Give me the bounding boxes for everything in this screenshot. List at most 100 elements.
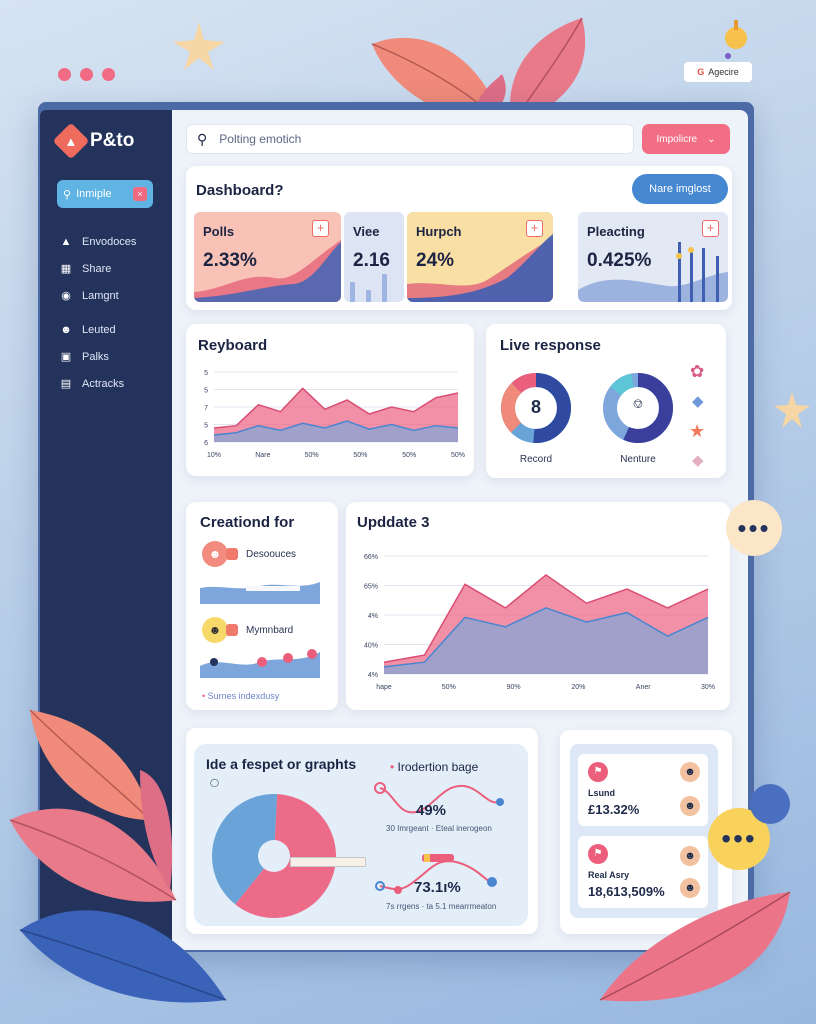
- side-stat-card[interactable]: ⚑ ☻ ☻ Lsund £13.32%: [578, 754, 708, 826]
- chat-bubble-icon[interactable]: •••: [726, 500, 782, 556]
- star-decoration-icon: [173, 22, 225, 70]
- flower-icon: ✿: [690, 362, 705, 381]
- stat-card-hurpch[interactable]: Hurpch 24% +: [407, 212, 553, 302]
- avatar[interactable]: ☻: [202, 617, 228, 643]
- add-icon[interactable]: +: [526, 220, 543, 237]
- bell-decoration-icon: [725, 20, 747, 59]
- avatar[interactable]: ☻: [202, 541, 228, 567]
- avatar: ☻: [680, 796, 700, 816]
- logo-icon: ▲: [52, 122, 90, 160]
- sidebar-item-label: Leuted: [82, 323, 116, 336]
- grid-icon: ▦: [60, 263, 72, 275]
- sidebar-nav: ▲ Envodoces ▦ Share ◉ Lamgnt ☻ Leuted ▣ Palks…: [60, 228, 170, 397]
- stat-value: 0.425%: [587, 250, 652, 271]
- creation-sparkline: [200, 649, 320, 678]
- doc-icon: ▤: [60, 378, 72, 390]
- star-icon: ★: [689, 421, 706, 441]
- stat-label: Pleacting: [587, 224, 645, 239]
- search-icon: ⚲: [197, 130, 208, 147]
- trend-title: • Irodertion bage: [390, 760, 479, 774]
- search-placeholder: Polting emotich: [219, 132, 302, 146]
- creation-item-label: Mymnbard: [246, 625, 294, 636]
- x-tick-label: hape: [376, 684, 392, 691]
- home-icon: ▲: [60, 235, 72, 248]
- sidebar-item[interactable]: ▤ Actracks: [60, 370, 170, 397]
- x-tick-label: 50%: [305, 452, 319, 459]
- dot: [80, 68, 93, 81]
- profile-dropdown[interactable]: Impolicre ⌄: [642, 124, 730, 154]
- side-stat-value: £13.32%: [588, 802, 640, 817]
- pie-hole: [258, 840, 290, 872]
- live-response-title: Live response: [500, 337, 601, 354]
- diamond-icon: ◆: [692, 452, 704, 469]
- y-tick-label: 4%: [368, 613, 378, 620]
- stat-value: 24%: [416, 250, 455, 271]
- x-tick-label: 50%: [353, 452, 367, 459]
- avatar: ☻: [680, 762, 700, 782]
- creation-title: Creationd for: [200, 514, 295, 531]
- x-tick-label: 90%: [507, 684, 521, 691]
- y-tick-label: 4%: [368, 672, 378, 679]
- trend-title-text: Irodertion bage: [397, 760, 479, 774]
- sidebar-item[interactable]: ▦ Share: [60, 255, 170, 282]
- side-stat-label: Real Asry: [588, 870, 630, 880]
- stat-card-pleacting[interactable]: Pleacting 0.425% +: [578, 212, 728, 302]
- creation-sparkline: [200, 582, 320, 604]
- new-button[interactable]: Nare imglost: [632, 174, 728, 204]
- x-tick-label: Nare: [255, 452, 270, 459]
- sidebar-item-label: Lamgnt: [82, 289, 119, 302]
- second-caption: 7s rrgens · ta 5.1 mearrmeaton: [386, 902, 497, 911]
- sidebar-item-label: Palks: [82, 350, 109, 363]
- dashboard-title: Dashboard?: [196, 182, 284, 199]
- stat-label: Viee: [353, 224, 380, 239]
- trend-caption: 30 Imrgeant · Eteal inerogeon: [386, 824, 492, 833]
- x-tick-label: 20%: [571, 684, 585, 691]
- search-input[interactable]: ⚲ Polting emotich: [186, 124, 634, 154]
- brand-logo[interactable]: ▲ P&to: [52, 122, 135, 160]
- sidebar-item-label: Actracks: [82, 377, 125, 390]
- y-tick-label: 40%: [364, 643, 378, 650]
- stat-card-viee[interactable]: Viee 2.16: [344, 212, 404, 302]
- x-tick-label: 30%: [701, 684, 715, 691]
- inbox-icon: ▣: [60, 351, 72, 363]
- brand-name: P&to: [90, 130, 135, 151]
- flag-icon: ⚑: [588, 762, 608, 782]
- dot: [102, 68, 115, 81]
- close-icon[interactable]: ×: [133, 187, 147, 201]
- sidebar-search-label: Inmiple: [76, 188, 112, 200]
- sidebar-search[interactable]: ⚲ Inmiple ×: [57, 180, 153, 208]
- top-badge[interactable]: G Agecire: [684, 62, 752, 82]
- search-icon: ⚲: [63, 188, 72, 201]
- add-icon[interactable]: +: [702, 220, 719, 237]
- y-tick-label: 7: [204, 405, 208, 412]
- chevron-down-icon: ⌄: [707, 133, 716, 145]
- add-icon[interactable]: +: [312, 220, 329, 237]
- stat-value: 2.33%: [203, 250, 257, 271]
- donut-label: Record: [519, 454, 553, 465]
- creation-card: [186, 502, 338, 710]
- sidebar-item[interactable]: ▣ Palks: [60, 343, 170, 370]
- x-tick-label: 50%: [402, 452, 416, 459]
- sidebar-item[interactable]: ▲ Envodoces: [60, 228, 170, 255]
- leaf-decoration-icon: [599, 891, 791, 1002]
- diamond-icon: ◆: [692, 393, 704, 410]
- google-icon: G: [697, 67, 705, 77]
- window-dots: [58, 68, 115, 81]
- second-value: 73.1ı%: [414, 879, 461, 896]
- update-chart: 66% 65% 4% 40% 4% hape 50% 90% 20% Aner 30%: [364, 554, 715, 691]
- dropdown-label: Impolicre: [656, 133, 698, 145]
- sidebar-item[interactable]: ◉ Lamgnt: [60, 282, 170, 309]
- reyboard-title: Reyboard: [198, 337, 268, 354]
- badge-icon: [226, 624, 238, 636]
- badge-icon: [226, 548, 238, 560]
- y-tick-label: 65%: [364, 584, 378, 591]
- dot: [58, 68, 71, 81]
- update-title: Upddate 3: [357, 514, 430, 531]
- y-tick-label: 5: [204, 370, 208, 377]
- sidebar-item[interactable]: ☻ Leuted: [60, 316, 170, 343]
- stat-label: Polls: [203, 224, 235, 239]
- y-tick-label: 5: [204, 388, 208, 395]
- stat-card-polls[interactable]: Polls 2.33% +: [194, 212, 341, 302]
- donut-label: Nenture: [620, 454, 656, 465]
- ball-decoration-icon: [750, 784, 790, 824]
